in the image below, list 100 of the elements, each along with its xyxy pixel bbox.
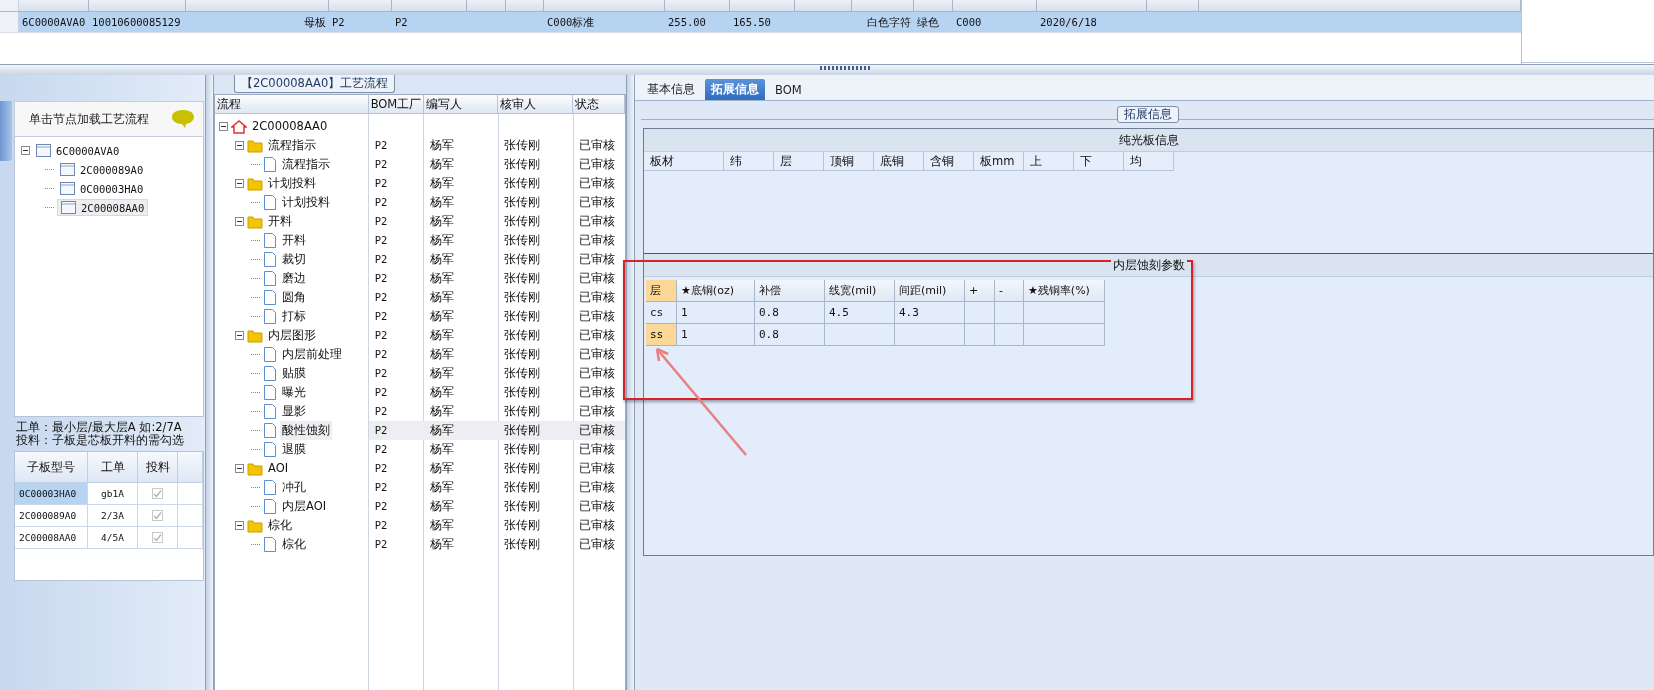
collapse-toggle[interactable]	[235, 217, 244, 226]
table-cell: 1	[677, 302, 755, 324]
tree-item[interactable]: 流程指示	[280, 155, 332, 174]
table-row[interactable]: 6C0000AVA0 10010600085129 母板 P2 P2 C000标准 255.00 165.50 白色字符 绿色 C000 2020/6/18	[0, 12, 1521, 33]
tree-item[interactable]: 开料	[266, 212, 294, 231]
column-header[interactable]: 线宽(mil)	[825, 280, 895, 302]
tree-item[interactable]: 磨边	[280, 269, 308, 288]
column-header[interactable]: 均	[1124, 152, 1174, 171]
table-cell-text: 已审核	[578, 536, 617, 553]
table-cell: 0.8	[755, 324, 825, 346]
table-cell-text: P2	[373, 176, 389, 191]
tree-item[interactable]: 冲孔	[280, 478, 308, 497]
table-cell-text: P2	[373, 347, 389, 362]
table-cell-text: 已审核	[578, 156, 617, 173]
tree-item[interactable]: 内层前处理	[280, 345, 344, 364]
column-header[interactable]: 上	[1024, 152, 1074, 171]
table-cell-text: 杨军	[428, 536, 455, 553]
tree-item[interactable]: 打标	[280, 307, 308, 326]
table-cell: P2	[368, 421, 424, 440]
table-cell: 0.8	[755, 302, 825, 324]
table-cell: 杨军	[423, 421, 499, 440]
column-header[interactable]: 板材	[644, 152, 724, 171]
table-cell-text: 已审核	[578, 270, 617, 287]
tree-item[interactable]: 流程指示	[266, 136, 318, 155]
collapse-toggle[interactable]	[235, 331, 244, 340]
empty-cell	[965, 302, 995, 324]
collapse-toggle[interactable]	[235, 141, 244, 150]
table-cell-text: 杨军	[428, 175, 455, 192]
column-header[interactable]: -	[995, 280, 1024, 302]
table-cell-text: P2	[373, 214, 389, 229]
column-header[interactable]: 补偿	[755, 280, 825, 302]
tree-item[interactable]: 贴膜	[280, 364, 308, 383]
splitter-grip[interactable]	[820, 66, 870, 70]
column-header[interactable]: 间距(mil)	[895, 280, 965, 302]
document-icon	[263, 423, 277, 438]
tab[interactable]: 基本信息	[641, 79, 701, 100]
tab[interactable]: 拓展信息	[705, 79, 765, 100]
column-header[interactable]: 状态	[573, 95, 625, 114]
collapse-toggle[interactable]	[235, 464, 244, 473]
column-header[interactable]: 底铜	[874, 152, 924, 171]
tree-item[interactable]: 6C0000AVA0	[33, 143, 123, 158]
table-cell-text: P2	[373, 499, 389, 514]
tree-item[interactable]: 曝光	[280, 383, 308, 402]
table-cell-text: 杨军	[428, 384, 455, 401]
tree-item[interactable]: 内层AOI	[280, 497, 329, 516]
tree-item[interactable]: 显影	[280, 402, 308, 421]
table-cell-text: 10010600085129	[91, 15, 182, 30]
table-cell-text: 已审核	[578, 384, 617, 401]
tree-item[interactable]: 计划投料	[280, 193, 332, 212]
table-cell-text: 杨军	[428, 498, 455, 515]
table-cell-text: 白色字符	[866, 15, 912, 30]
column-header[interactable]: 核审人	[498, 95, 574, 114]
tree-item[interactable]: 0C00003HA0	[57, 181, 147, 196]
tree-item[interactable]: 内层图形	[266, 326, 318, 345]
column-header[interactable]: 层	[774, 152, 824, 171]
tab[interactable]: BOM	[769, 80, 808, 100]
tree-item[interactable]: 计划投料	[266, 174, 318, 193]
column-header[interactable]: +	[965, 280, 995, 302]
column-header[interactable]: 工单	[88, 452, 138, 483]
table-cell[interactable]: ss	[646, 324, 677, 346]
column-header[interactable]: 编写人	[423, 95, 499, 114]
column-header[interactable]: 板mm	[974, 152, 1024, 171]
column-header[interactable]: 投料	[138, 452, 178, 483]
document-icon	[263, 499, 277, 514]
tree-item[interactable]: 退膜	[280, 440, 308, 459]
column-header[interactable]: ★残铜率(%)	[1024, 280, 1105, 302]
window-icon	[36, 144, 51, 157]
document-icon	[263, 195, 277, 210]
tree-item[interactable]: 2C00008AA0	[57, 199, 149, 216]
empty-cell	[825, 324, 895, 346]
table-cell-text: 已审核	[578, 251, 617, 268]
tree-item[interactable]: 棕化	[280, 535, 308, 554]
table-cell-text: P2	[373, 385, 389, 400]
tree-item[interactable]: 2C00008AA0	[250, 117, 330, 136]
document-icon	[263, 480, 277, 495]
collapse-toggle[interactable]	[235, 179, 244, 188]
tree-item[interactable]: 圆角	[280, 288, 308, 307]
column-header[interactable]: 含铜	[924, 152, 974, 171]
column-header[interactable]: 下	[1074, 152, 1124, 171]
column-header[interactable]: 纬	[724, 152, 774, 171]
section-title: 纯光板信息	[1116, 133, 1181, 147]
column-header[interactable]: 流程	[215, 95, 369, 114]
tree-item[interactable]: 棕化	[266, 516, 294, 535]
document-icon	[263, 537, 277, 552]
column-header[interactable]: ★底铜(oz)	[677, 280, 755, 302]
column-header[interactable]: BOM工厂	[368, 95, 424, 114]
tree-item[interactable]: 裁切	[280, 250, 308, 269]
collapse-toggle[interactable]	[235, 521, 244, 530]
document-icon	[263, 404, 277, 419]
collapse-toggle[interactable]	[219, 122, 228, 131]
tree-item[interactable]: 2C000089A0	[57, 162, 147, 177]
tree-item[interactable]: 开料	[280, 231, 308, 250]
column-header[interactable]: 层	[646, 280, 677, 302]
tree-item[interactable]: 酸性蚀刻	[280, 421, 332, 440]
column-header[interactable]: 顶铜	[824, 152, 874, 171]
collapse-toggle[interactable]	[21, 146, 30, 155]
panel-title: 【2C00008AA0】工艺流程	[234, 75, 396, 93]
table-cell-text: 张传刚	[503, 251, 542, 268]
tree-item[interactable]: AOI	[266, 459, 291, 478]
column-header[interactable]: 子板型号	[15, 452, 88, 483]
